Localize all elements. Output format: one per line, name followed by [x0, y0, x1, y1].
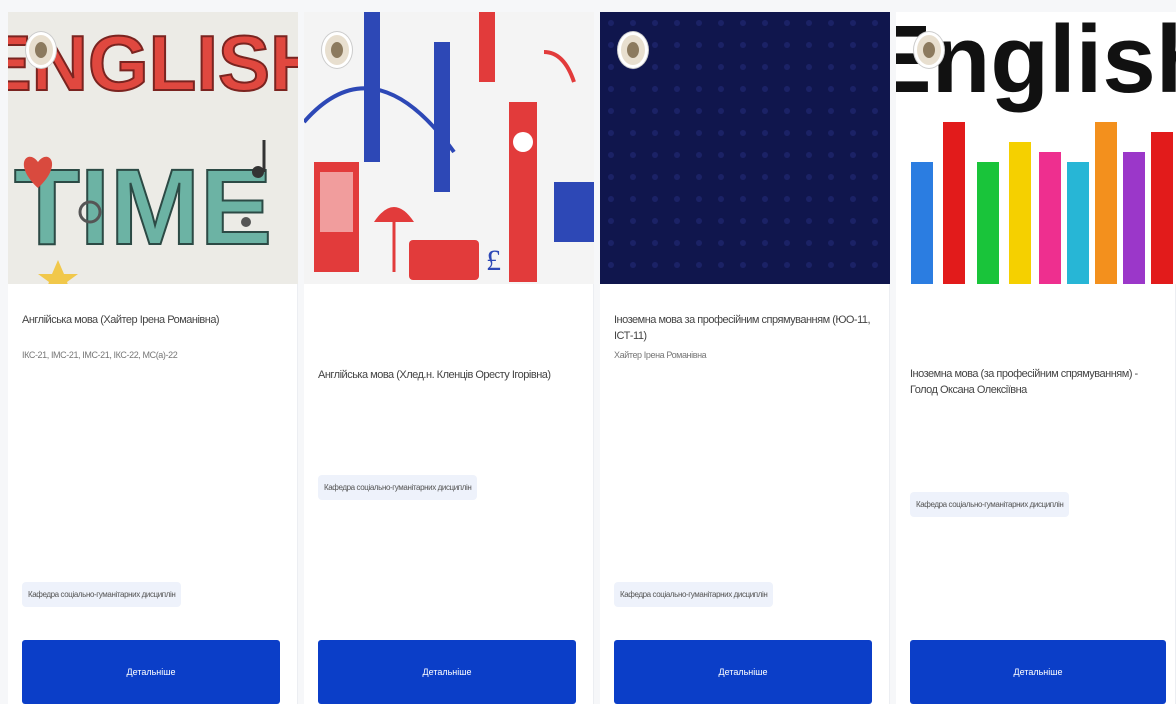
avatar [322, 32, 352, 68]
details-button[interactable]: Детальніше [318, 640, 576, 704]
course-title[interactable]: Іноземна мова (за професійним спрямуванн… [910, 366, 1161, 398]
course-card: English Іноземна мова (за професійним сп… [896, 12, 1176, 704]
course-cover-image: ENGLISH TIME [8, 12, 298, 284]
course-cover-image: English [896, 12, 1176, 284]
image-word-time: TIME [14, 146, 272, 267]
course-teacher: Хайтер Ірена Романівна [614, 350, 707, 360]
details-button[interactable]: Детальніше [614, 640, 872, 704]
avatar [618, 32, 648, 68]
avatar [914, 32, 944, 68]
svg-text:£: £ [486, 244, 501, 277]
department-tag: Кафедра соціально-гуманітарних дисциплін [614, 582, 774, 607]
details-button[interactable]: Детальніше [22, 640, 280, 704]
course-card: Іноземна мова за професійним спрямування… [600, 12, 890, 704]
course-card: ENGLISH TIME Англійська мова (Хайтер Іре… [8, 12, 298, 704]
course-cover-image: £ [304, 12, 594, 284]
avatar [26, 32, 56, 68]
department-tag: Кафедра соціально-гуманітарних дисциплін [22, 582, 182, 607]
course-groups: ІКС-21, ІМС-21, ІМС-21, ІКС-22, МС(а)-22 [22, 350, 178, 360]
image-word-english: ENGLISH [8, 19, 298, 107]
details-button[interactable]: Детальніше [910, 640, 1166, 704]
course-card: £ Англійська мова (Хлед.н. Кленців Орест… [304, 12, 594, 704]
department-tag: Кафедра соціально-гуманітарних дисциплін [910, 492, 1070, 517]
course-grid: ENGLISH TIME Англійська мова (Хайтер Іре… [0, 0, 1176, 704]
course-title[interactable]: Іноземна мова за професійним спрямування… [614, 312, 875, 344]
department-tag: Кафедра соціально-гуманітарних дисциплін [318, 475, 478, 500]
course-title[interactable]: Англійська мова (Хайтер Ірена Романівна) [22, 312, 283, 328]
course-cover-image [600, 12, 890, 284]
course-title[interactable]: Англійська мова (Хлед.н. Кленців Оресту … [318, 367, 579, 383]
